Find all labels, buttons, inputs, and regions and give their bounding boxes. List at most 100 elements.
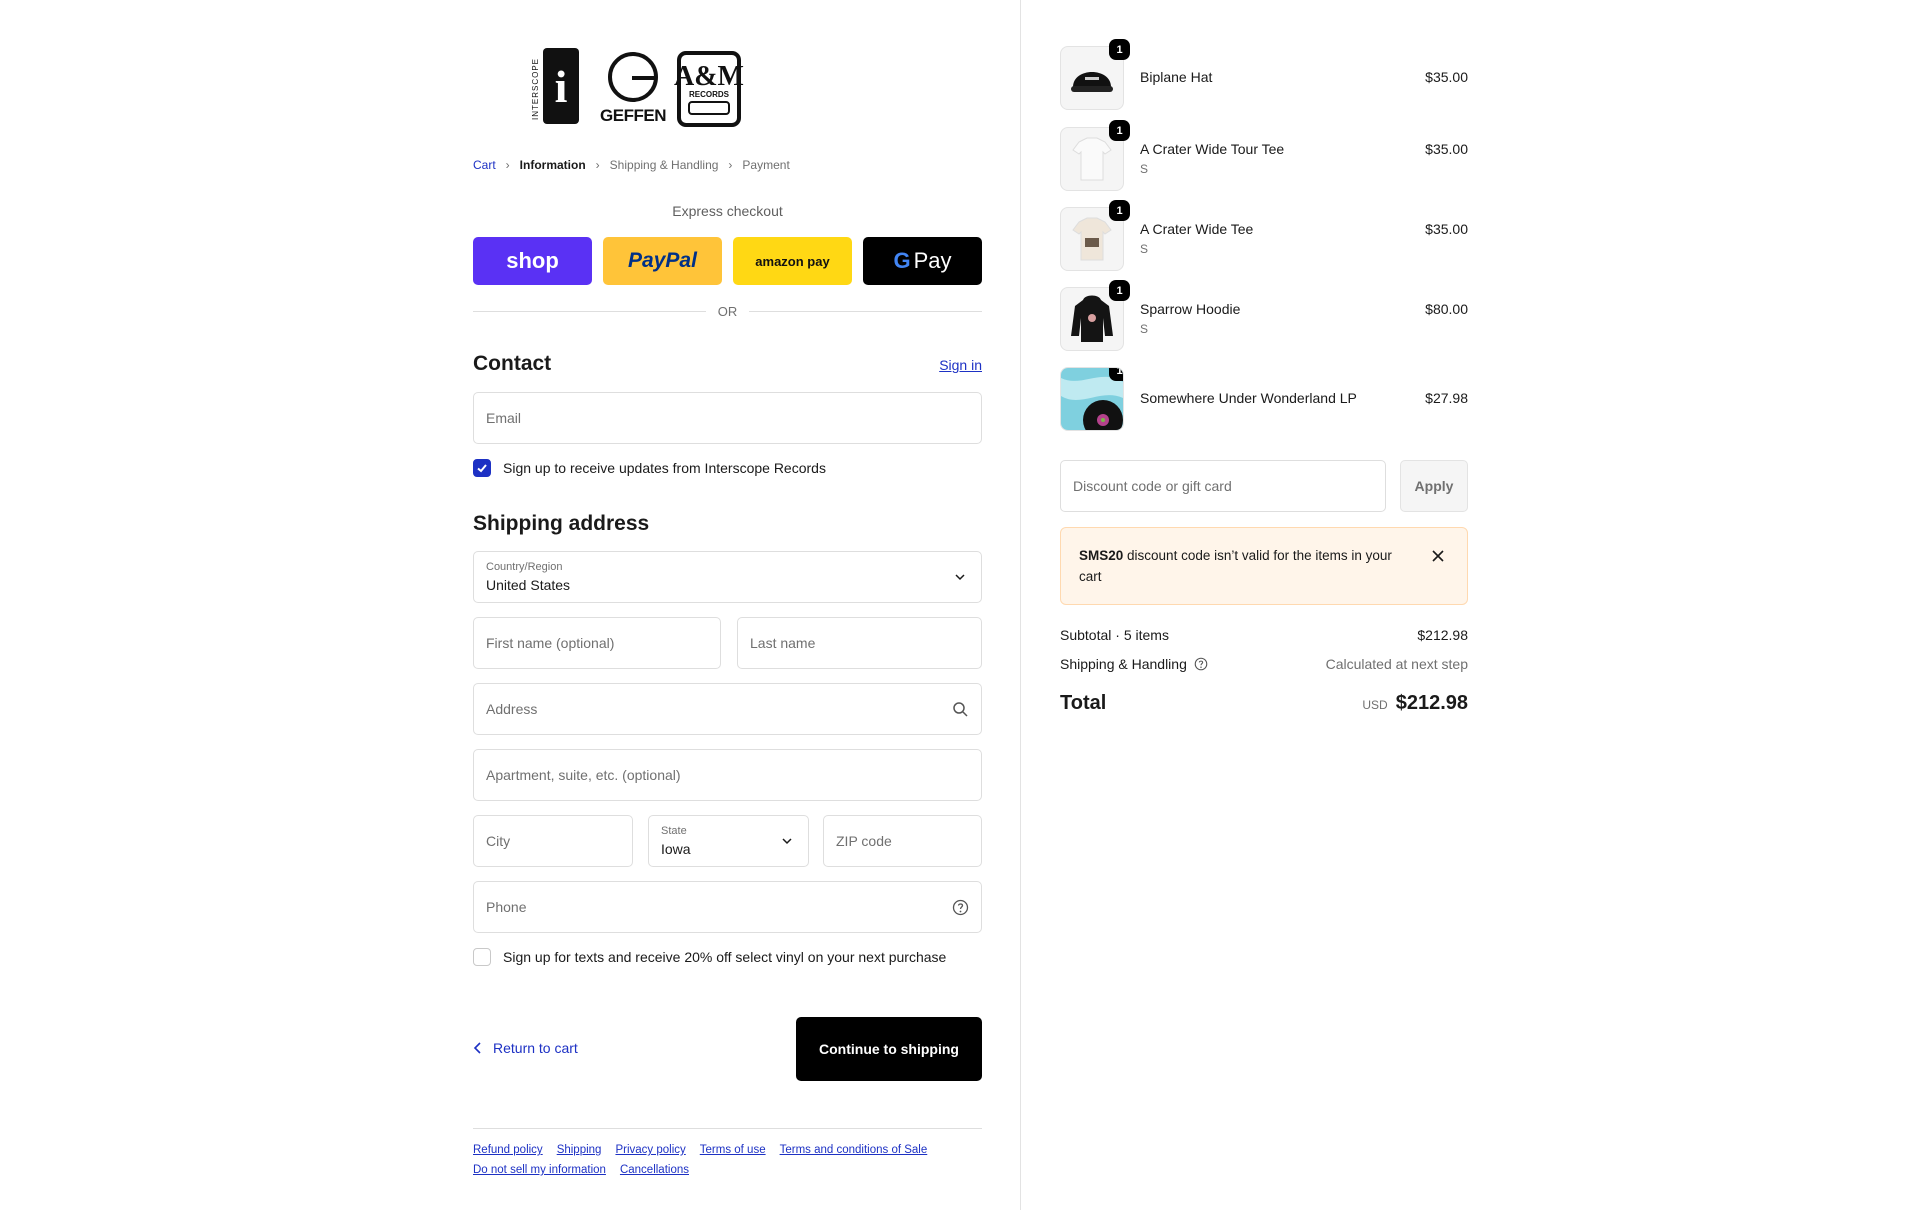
- subtotal-value: $212.98: [1417, 627, 1468, 643]
- item-name: Biplane Hat: [1140, 69, 1213, 85]
- geffen-logo[interactable]: GEFFEN: [600, 48, 666, 130]
- alert-text: discount code isn’t valid for the items …: [1079, 548, 1392, 584]
- newsletter-label: Sign up to receive updates from Intersco…: [503, 460, 826, 476]
- item-name: Sparrow Hoodie: [1140, 301, 1241, 317]
- checkmark-icon: [477, 464, 487, 473]
- item-price: $35.00: [1425, 69, 1468, 85]
- first-name-field[interactable]: First name (optional): [473, 617, 721, 669]
- chevron-down-icon: [955, 574, 965, 581]
- last-name-field[interactable]: Last name: [737, 617, 982, 669]
- am-logo-text: A&M: [674, 60, 744, 92]
- item-variant: S: [1140, 322, 1149, 336]
- product-image-wide-tee: 1: [1060, 200, 1130, 271]
- shipping-label-group: Shipping & Handling: [1060, 656, 1208, 672]
- alert-message: SMS20 discount code isn’t valid for the …: [1079, 545, 1409, 587]
- zip-placeholder: ZIP code: [836, 833, 892, 849]
- item-price: $80.00: [1425, 301, 1468, 317]
- total-value-group: USD $212.98: [1362, 692, 1468, 715]
- interscope-logo[interactable]: INTERSCOPE i: [531, 48, 589, 130]
- zip-field[interactable]: ZIP code: [823, 815, 982, 867]
- google-pay-button[interactable]: G Pay: [863, 237, 982, 285]
- city-field[interactable]: City: [473, 815, 633, 867]
- express-checkout-title: Express checkout: [672, 203, 783, 219]
- quantity-badge: 1: [1109, 39, 1130, 60]
- divider-line: [473, 311, 706, 312]
- chevron-right-icon: ›: [728, 158, 733, 172]
- refund-policy-link[interactable]: Refund policy: [473, 1144, 543, 1156]
- paypal-label: PayPal: [628, 249, 697, 272]
- country-select[interactable]: Country/Region United States: [473, 551, 982, 603]
- brand-logos: INTERSCOPE i GEFFEN A&M RECORDS: [531, 48, 744, 130]
- chevron-right-icon: ›: [595, 158, 600, 172]
- am-records-text: RECORDS: [688, 89, 729, 99]
- item-name: A Crater Wide Tour Tee: [1140, 141, 1285, 157]
- quantity-badge: 1: [1109, 368, 1123, 381]
- product-image-tour-tee: 1: [1060, 120, 1130, 191]
- terms-of-use-link[interactable]: Terms of use: [700, 1144, 766, 1156]
- email-field[interactable]: Email: [473, 392, 982, 444]
- shipping-address-heading: Shipping address: [473, 512, 650, 535]
- amazon-pay-button[interactable]: amazon pay: [733, 237, 852, 285]
- quantity-badge: 1: [1109, 280, 1130, 301]
- help-icon[interactable]: [952, 899, 969, 916]
- apply-discount-button[interactable]: Apply: [1400, 460, 1468, 512]
- discount-placeholder: Discount code or gift card: [1073, 478, 1232, 494]
- google-g-icon: G: [893, 248, 911, 273]
- return-to-cart-link[interactable]: Return to cart: [473, 1040, 578, 1056]
- line-item: 1 A Crater Wide Tee S $35.00: [1060, 200, 1468, 273]
- email-placeholder: Email: [486, 410, 522, 426]
- item-variant: S: [1140, 162, 1149, 176]
- interscope-logo-mark: i: [543, 48, 579, 124]
- country-label: Country/Region: [486, 561, 563, 573]
- breadcrumb-information: Information: [519, 158, 586, 172]
- newsletter-checkbox[interactable]: [473, 459, 491, 477]
- newsletter-checkbox-row[interactable]: Sign up to receive updates from Intersco…: [473, 459, 826, 477]
- phone-placeholder: Phone: [486, 899, 527, 915]
- return-to-cart-label: Return to cart: [493, 1040, 578, 1056]
- breadcrumb-payment: Payment: [742, 158, 790, 172]
- or-divider: OR: [473, 304, 982, 319]
- close-icon[interactable]: [1431, 549, 1445, 563]
- address-placeholder: Address: [486, 701, 538, 717]
- discount-code-input[interactable]: Discount code or gift card: [1060, 460, 1386, 512]
- am-records-logo[interactable]: A&M RECORDS: [674, 51, 744, 127]
- amazon-pay-label: amazon pay: [755, 253, 830, 269]
- sms-optin-row[interactable]: Sign up for texts and receive 20% off se…: [473, 948, 946, 966]
- breadcrumb-shipping: Shipping & Handling: [609, 158, 719, 172]
- shipping-policy-link[interactable]: Shipping: [557, 1144, 602, 1156]
- city-placeholder: City: [486, 833, 511, 849]
- divider-line: [749, 311, 982, 312]
- first-name-placeholder: First name (optional): [486, 635, 615, 651]
- chevron-left-icon: [473, 1042, 481, 1054]
- apartment-field[interactable]: Apartment, suite, etc. (optional): [473, 749, 982, 801]
- privacy-policy-link[interactable]: Privacy policy: [615, 1144, 685, 1156]
- shop-pay-button[interactable]: shop: [473, 237, 592, 285]
- currency-code: USD: [1362, 698, 1388, 712]
- search-icon[interactable]: [952, 701, 969, 718]
- cancellations-link[interactable]: Cancellations: [620, 1164, 689, 1176]
- terms-of-sale-link[interactable]: Terms and conditions of Sale: [780, 1144, 928, 1156]
- trumpet-icon: [688, 100, 730, 115]
- shipping-row: Shipping & Handling Calculated at next s…: [1060, 656, 1468, 672]
- do-not-sell-link[interactable]: Do not sell my information: [473, 1164, 606, 1176]
- state-label: State: [661, 825, 687, 837]
- chevron-down-icon: [782, 838, 792, 845]
- subtotal-label: Subtotal · 5 items: [1060, 627, 1169, 643]
- phone-field[interactable]: Phone: [473, 881, 982, 933]
- sms-optin-checkbox[interactable]: [473, 948, 491, 966]
- express-checkout-buttons: shop PayPal amazon pay G Pay: [473, 237, 982, 285]
- continue-to-shipping-button[interactable]: Continue to shipping: [796, 1017, 982, 1081]
- sign-in-link[interactable]: Sign in: [939, 357, 982, 373]
- state-select[interactable]: State Iowa: [648, 815, 809, 867]
- footer-links: Refund policy Shipping Privacy policy Te…: [473, 1144, 982, 1176]
- subtotal-row: Subtotal · 5 items $212.98: [1060, 627, 1468, 643]
- help-icon[interactable]: [1194, 657, 1208, 671]
- breadcrumb: Cart › Information › Shipping & Handling…: [473, 158, 790, 172]
- address-field[interactable]: Address: [473, 683, 982, 735]
- country-value: United States: [486, 577, 571, 593]
- breadcrumb-cart[interactable]: Cart: [473, 158, 496, 172]
- quantity-badge: 1: [1109, 120, 1130, 141]
- item-price: $27.98: [1425, 390, 1468, 406]
- paypal-button[interactable]: PayPal: [603, 237, 722, 285]
- discount-error-alert: SMS20 discount code isn’t valid for the …: [1060, 527, 1468, 605]
